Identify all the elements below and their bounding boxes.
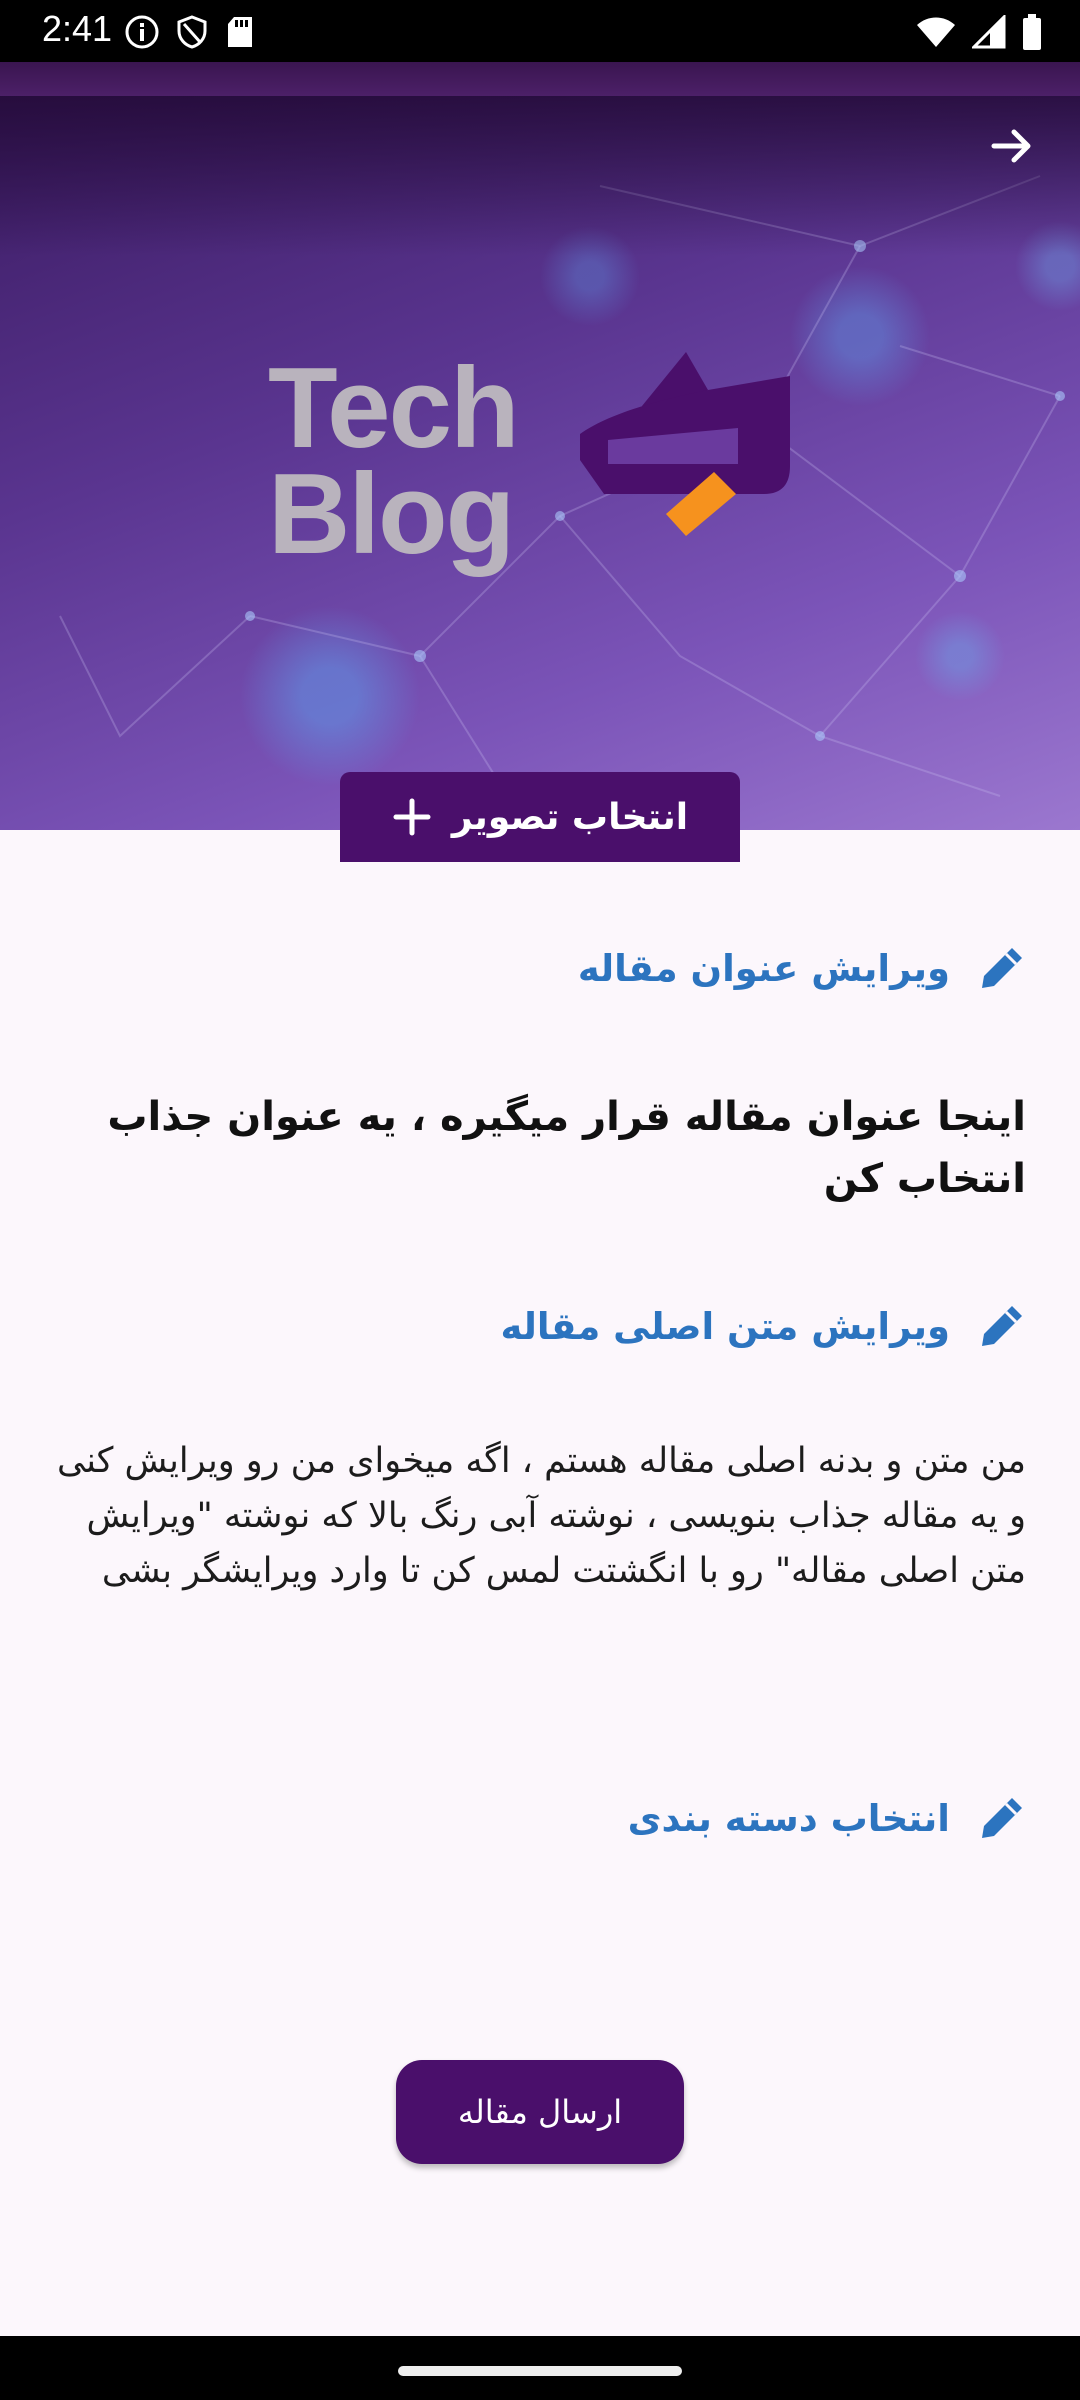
pick-category-label: انتخاب دسته بندی [627,1796,950,1840]
pencil-icon [982,1306,1022,1346]
logo-text-blog: Blog [268,451,515,578]
signal-icon [972,15,1006,49]
app-bar-strip [0,62,1080,96]
edit-title-link[interactable]: ویرایش عنوان مقاله [578,944,1026,992]
article-body: من متن و بدنه اصلی مقاله هستم ، اگه میخو… [57,1441,1026,1591]
sd-card-icon [228,17,252,47]
status-time: 2:41 [42,8,113,49]
submit-label: ارسال مقاله [457,2093,623,2131]
article-title: اینجا عنوان مقاله قرار میگیره ، یه عنوان… [107,1094,1026,1202]
arrow-right-icon [991,129,1031,163]
logo-mark-icon [580,352,790,536]
status-icons-right [916,14,1042,50]
battery-icon [1023,14,1041,50]
logo-text-tech: Tech [268,345,520,472]
pick-image-button[interactable]: انتخاب تصویر [340,772,740,862]
pencil-icon [982,1798,1022,1838]
shield-icon [177,15,207,49]
techblog-logo: Tech Blog [268,248,828,588]
status-icons-left [124,14,256,50]
info-icon [125,15,159,49]
wifi-icon [917,17,955,47]
home-gesture-pill[interactable] [398,2366,682,2376]
edit-body-link[interactable]: ویرایش متن اصلی مقاله [501,1302,1026,1350]
plus-icon [393,798,431,836]
back-button[interactable] [984,118,1040,174]
edit-body-label: ویرایش متن اصلی مقاله [500,1304,950,1348]
status-bar: 2:41 [0,0,1080,62]
edit-title-label: ویرایش عنوان مقاله [577,946,950,990]
pick-category-link[interactable]: انتخاب دسته بندی [628,1794,1026,1842]
submit-article-button[interactable]: ارسال مقاله [396,2060,684,2164]
pick-image-label: انتخاب تصویر [451,796,689,838]
pencil-icon [982,948,1022,988]
